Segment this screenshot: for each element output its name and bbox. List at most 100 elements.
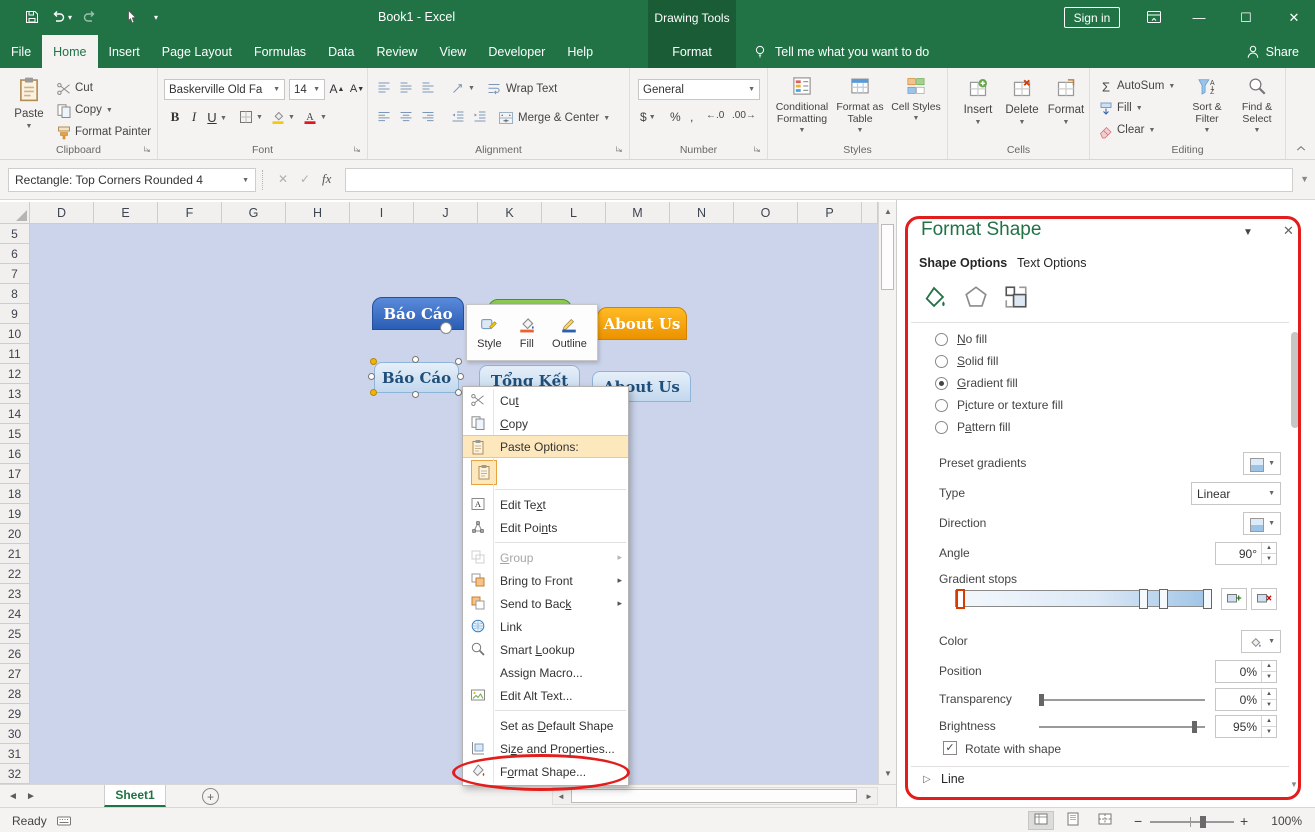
row-header-13[interactable]: 13 (0, 384, 30, 404)
brightness-slider-thumb[interactable] (1192, 721, 1197, 733)
mini-toolbar-fill-button[interactable]: Fill (513, 312, 541, 353)
rotate-with-shape-checkbox[interactable]: ✓ (943, 741, 957, 755)
merge-center-button[interactable]: Merge & Center ▼ (498, 109, 610, 127)
horizontal-scrollbar[interactable]: ◄ ► (552, 787, 878, 805)
gradient-stop-100pct[interactable] (1203, 589, 1212, 609)
radio-gradient-fill[interactable] (935, 376, 948, 390)
pane-tab-shape-options[interactable]: Shape Options (919, 256, 1007, 270)
increase-font-button[interactable]: A ▲ (328, 80, 346, 98)
menu-item-edit-alt-text[interactable]: Edit Alt Text... (463, 684, 628, 707)
pane-close-icon[interactable]: ✕ (1283, 223, 1294, 239)
fill-option-gradient-fill[interactable]: Gradient fill (935, 376, 1018, 390)
ribbon-tab-data[interactable]: Data (317, 35, 365, 68)
remove-gradient-stop-button[interactable] (1251, 588, 1277, 610)
transparency-slider[interactable] (1039, 694, 1205, 706)
delete-cells-button[interactable]: Delete ▼ (1002, 78, 1042, 126)
ribbon-display-options-icon[interactable] (1146, 9, 1163, 26)
comma-button[interactable]: , (690, 110, 693, 124)
scroll-down-arrow[interactable]: ▼ (881, 766, 895, 781)
copy-button[interactable]: Copy ▼ (56, 101, 113, 119)
preset-gradients-dropdown[interactable]: ▼ (1243, 452, 1281, 475)
decrease-decimal-button[interactable]: .00→ (732, 110, 756, 121)
vertical-scrollbar[interactable]: ▲ ▼ (878, 202, 896, 784)
currency-button[interactable]: $ ▼ (640, 110, 656, 124)
ribbon-tab-help[interactable]: Help (556, 35, 604, 68)
fill-option-solid-fill[interactable]: Solid fill (935, 354, 998, 368)
fill-option-picture-or-texture-fill[interactable]: Picture or texture fill (935, 398, 1063, 412)
gradient-stops-bar[interactable] (955, 589, 1212, 609)
ribbon-tab-page-layout[interactable]: Page Layout (151, 35, 243, 68)
column-header-partial[interactable] (862, 202, 878, 224)
menu-item-paste-options[interactable]: Paste Options: (463, 435, 628, 458)
mini-toolbar-style-button[interactable]: Style (472, 312, 506, 353)
alignment-dialog-launcher[interactable] (615, 145, 626, 156)
view-normal-button[interactable] (1028, 811, 1054, 830)
pane-options-arrow[interactable]: ▼ (1243, 227, 1253, 238)
paste-option-keep-formatting[interactable] (471, 459, 497, 485)
angle-spinner[interactable]: 90° ▲ ▼ (1215, 542, 1277, 565)
selection-handle[interactable] (455, 389, 462, 396)
shape-rotate-handle[interactable] (440, 322, 452, 334)
menu-item-cut[interactable]: Cut (463, 389, 628, 412)
shape-report-mid-selected[interactable]: Báo Cáo (374, 362, 459, 393)
transparency-slider-thumb[interactable] (1039, 694, 1044, 706)
conditional-formatting-button[interactable]: Conditional Formatting ▼ (774, 76, 830, 134)
brightness-spinner[interactable]: 95% ▲ ▼ (1215, 715, 1277, 738)
ribbon-tab-developer[interactable]: Developer (477, 35, 556, 68)
row-header-9[interactable]: 9 (0, 304, 30, 324)
row-header-21[interactable]: 21 (0, 544, 30, 564)
collapse-ribbon-icon[interactable] (1295, 143, 1309, 155)
formula-input[interactable] (345, 168, 1293, 192)
line-section-label[interactable]: Line (941, 772, 965, 786)
fill-option-pattern-fill[interactable]: Pattern fill (935, 420, 1010, 434)
cancel-entry-icon[interactable]: ✕ (278, 172, 288, 186)
color-dropdown[interactable]: ▼ (1241, 630, 1281, 653)
decrease-indent-button[interactable] (450, 109, 466, 125)
row-header-14[interactable]: 14 (0, 404, 30, 424)
row-header-25[interactable]: 25 (0, 624, 30, 644)
row-header-6[interactable]: 6 (0, 244, 30, 264)
size-properties-tab-icon[interactable] (1003, 284, 1029, 313)
selection-handle[interactable] (412, 391, 419, 398)
name-box[interactable]: Rectangle: Top Corners Rounded 4 ▼ (8, 168, 256, 192)
horizontal-scroll-thumb[interactable] (571, 789, 857, 803)
sort-filter-button[interactable]: AZ Sort & Filter ▼ (1184, 76, 1230, 134)
underline-button[interactable]: U (203, 108, 221, 126)
add-gradient-stop-button[interactable] (1221, 588, 1247, 610)
cut-button[interactable]: Cut (56, 79, 93, 97)
borders-button[interactable]: ▼ (238, 109, 263, 125)
close-button[interactable]: ✕ (1277, 0, 1311, 35)
menu-item-edit-points[interactable]: Edit Points (463, 516, 628, 539)
insert-function-icon[interactable]: fx (322, 171, 331, 187)
menu-item-format-shape[interactable]: Format Shape... (463, 760, 628, 783)
add-sheet-button[interactable]: + (202, 788, 219, 805)
wrap-text-button[interactable]: Wrap Text (486, 80, 557, 98)
number-dialog-launcher[interactable] (753, 145, 764, 156)
ribbon-tab-file[interactable]: File (0, 35, 42, 68)
selection-handle[interactable] (370, 358, 377, 365)
row-header-5[interactable]: 5 (0, 224, 30, 244)
minimize-button[interactable]: — (1182, 0, 1216, 35)
column-header-G[interactable]: G (222, 202, 286, 224)
view-page-break-button[interactable] (1092, 811, 1118, 830)
radio-picture-or-texture-fill[interactable] (935, 398, 948, 412)
position-spinner[interactable]: 0% ▲ ▼ (1215, 660, 1277, 683)
undo-icon[interactable] (50, 9, 67, 26)
effects-tab-icon[interactable] (963, 284, 989, 313)
row-header-20[interactable]: 20 (0, 524, 30, 544)
scroll-right-arrow[interactable]: ► (862, 789, 876, 803)
column-header-L[interactable]: L (542, 202, 606, 224)
gradient-stop-74pct[interactable] (1139, 589, 1148, 609)
row-header-10[interactable]: 10 (0, 324, 30, 344)
tell-me-box[interactable]: Tell me what you want to do (752, 35, 929, 68)
font-dialog-launcher[interactable] (353, 145, 364, 156)
column-header-O[interactable]: O (734, 202, 798, 224)
insert-cells-button[interactable]: Insert ▼ (958, 78, 998, 126)
name-box-dropdown-arrow[interactable]: ▼ (242, 177, 249, 184)
zoom-slider-thumb[interactable] (1200, 816, 1206, 828)
increase-indent-button[interactable] (472, 109, 488, 125)
row-header-7[interactable]: 7 (0, 264, 30, 284)
increase-decimal-button[interactable]: ←.0 (706, 110, 724, 121)
find-select-button[interactable]: Find & Select ▼ (1234, 76, 1280, 134)
scroll-left-arrow[interactable]: ◄ (554, 789, 568, 803)
